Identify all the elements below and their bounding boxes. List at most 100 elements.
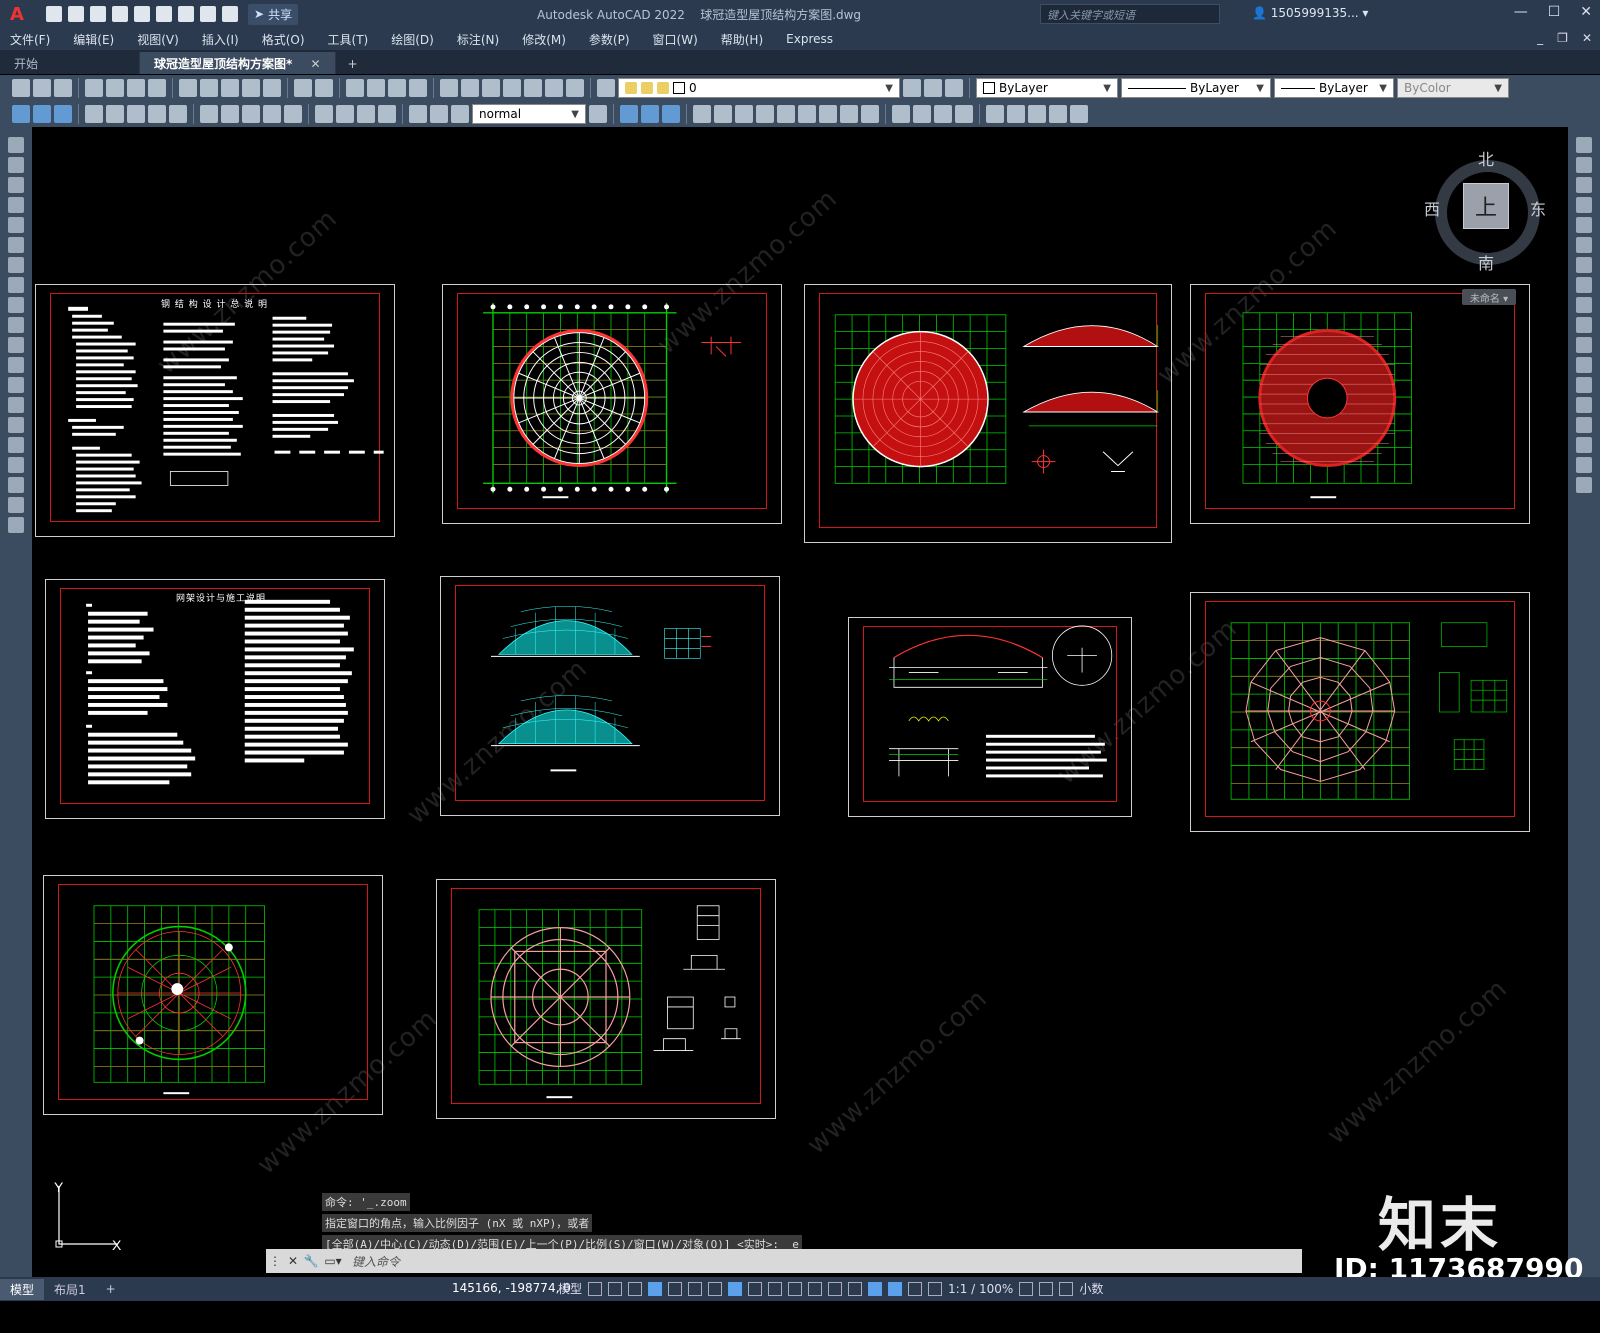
model-space-label[interactable]: 模型 <box>558 1280 582 1297</box>
stretch-icon[interactable] <box>1576 297 1592 313</box>
separate-icon[interactable] <box>1070 105 1088 123</box>
minimize-icon[interactable]: — <box>1514 4 1528 20</box>
dim-angular-icon[interactable] <box>169 105 187 123</box>
slice-icon[interactable] <box>735 105 753 123</box>
make-block-icon[interactable] <box>8 377 24 393</box>
dim-edit-icon[interactable] <box>409 105 427 123</box>
ortho-icon[interactable] <box>648 1281 663 1296</box>
menu-dimension[interactable]: 标注(N) <box>457 31 499 48</box>
plot-icon[interactable] <box>85 79 103 97</box>
dynamic-ucs-icon[interactable] <box>828 1281 843 1296</box>
doc-close-icon[interactable]: ✕ <box>1582 31 1592 45</box>
new-tab-button[interactable]: + <box>336 54 370 74</box>
layer-properties-icon[interactable] <box>597 79 615 97</box>
revision-cloud-icon[interactable] <box>8 277 24 293</box>
sheet-set-icon[interactable] <box>503 79 521 97</box>
drawing-sheet-dome-elevation[interactable] <box>804 284 1172 543</box>
drawing-sheet-elevations[interactable] <box>440 576 780 816</box>
doc-minimize-icon[interactable]: _ <box>1537 31 1543 45</box>
drawing-sheet-details[interactable] <box>848 617 1132 817</box>
menu-format[interactable]: 格式(O) <box>262 31 305 48</box>
polygon-icon[interactable] <box>8 197 24 213</box>
layer-states-icon[interactable] <box>945 79 963 97</box>
annotation-scale-icon[interactable] <box>928 1281 943 1296</box>
chamfer-icon[interactable] <box>1576 417 1592 433</box>
isodraft-icon[interactable] <box>688 1281 703 1296</box>
paste-icon[interactable] <box>221 79 239 97</box>
polar-icon[interactable] <box>668 1281 683 1296</box>
copy-icon[interactable] <box>200 79 218 97</box>
array-icon[interactable] <box>1576 217 1592 233</box>
lineweight-dropdown[interactable]: ByLayer ▼ <box>1274 78 1394 98</box>
drawing-sheet-notes[interactable]: 钢 结 构 设 计 总 说 明 <box>35 284 395 537</box>
transparency-icon[interactable] <box>768 1281 783 1296</box>
union-icon[interactable] <box>620 105 638 123</box>
dim-radius-icon[interactable] <box>106 105 124 123</box>
open-web-icon[interactable] <box>134 6 150 22</box>
move-icon[interactable] <box>1576 237 1592 253</box>
command-input[interactable]: 键入命令 <box>352 1253 400 1270</box>
snap-icon[interactable] <box>608 1281 623 1296</box>
tab-close-icon[interactable]: ✕ <box>310 57 320 71</box>
linetype-dropdown[interactable]: ByLayer ▼ <box>1121 78 1271 98</box>
pan-icon[interactable] <box>346 79 364 97</box>
object-snap-icon[interactable] <box>728 1281 743 1296</box>
shell-icon[interactable] <box>1049 105 1067 123</box>
fillet-icon[interactable] <box>1576 437 1592 453</box>
gradient-icon[interactable] <box>8 437 24 453</box>
menu-edit[interactable]: 编辑(E) <box>73 31 114 48</box>
undo-icon[interactable] <box>200 6 216 22</box>
copy-object-icon[interactable] <box>1576 157 1592 173</box>
make-current-layer-icon[interactable] <box>903 79 921 97</box>
subtract-icon[interactable] <box>641 105 659 123</box>
ellipse-icon[interactable] <box>8 317 24 333</box>
extrude-icon[interactable] <box>693 105 711 123</box>
close-command-icon[interactable]: ✕ <box>284 1254 302 1268</box>
selection-cycling-icon[interactable] <box>788 1281 803 1296</box>
ucs-menu-button[interactable]: 未命名 ▾ <box>1462 289 1516 305</box>
dim-diameter-icon[interactable] <box>148 105 166 123</box>
units-icon[interactable] <box>1059 1281 1074 1296</box>
tab-model[interactable]: 模型 <box>0 1278 45 1300</box>
save-icon[interactable] <box>54 79 72 97</box>
mtext-icon[interactable] <box>8 497 24 513</box>
lineweight-icon[interactable] <box>748 1281 763 1296</box>
menu-modify[interactable]: 修改(M) <box>522 31 566 48</box>
grip-icon[interactable]: ⋮ <box>266 1254 284 1268</box>
selection-filter-icon[interactable] <box>848 1281 863 1296</box>
erase-icon[interactable] <box>1576 137 1592 153</box>
customize-icon[interactable]: 🔧 <box>302 1254 320 1268</box>
print-icon[interactable] <box>178 6 194 22</box>
publish-icon[interactable] <box>127 79 145 97</box>
annotation-monitor-icon[interactable] <box>1039 1281 1054 1296</box>
render-icon[interactable] <box>913 105 931 123</box>
compass-east-label[interactable]: 东 <box>1530 196 1546 220</box>
3d-move-icon[interactable] <box>798 105 816 123</box>
visual-style-icon[interactable] <box>892 105 910 123</box>
dim-break-icon[interactable] <box>284 105 302 123</box>
drawing-sheet-ring-plan[interactable] <box>43 875 383 1115</box>
3d-align-icon[interactable] <box>840 105 858 123</box>
plot-preview-icon[interactable] <box>106 79 124 97</box>
tab-current-drawing[interactable]: 球冠造型屋顶结构方案图* ✕ <box>140 52 336 74</box>
interfere-icon[interactable] <box>777 105 795 123</box>
dim-baseline-icon[interactable] <box>221 105 239 123</box>
plotstyle-dropdown[interactable]: ByColor ▼ <box>1397 78 1509 98</box>
menu-help[interactable]: 帮助(H) <box>721 31 763 48</box>
drawing-sheet-dome-plan[interactable] <box>442 284 782 524</box>
dim-continue-icon[interactable] <box>242 105 260 123</box>
dim-jogged-icon[interactable] <box>127 105 145 123</box>
design-center-icon[interactable] <box>461 79 479 97</box>
dim-aligned-icon[interactable] <box>33 105 51 123</box>
menu-insert[interactable]: 插入(I) <box>202 31 239 48</box>
text-style-dropdown[interactable]: normal ▼ <box>472 104 586 124</box>
mirror-icon[interactable] <box>1576 177 1592 193</box>
infer-constraints-icon[interactable] <box>628 1281 643 1296</box>
close-icon[interactable]: ✕ <box>1580 4 1592 20</box>
blend-curves-icon[interactable] <box>1576 457 1592 473</box>
quickcalc-icon[interactable] <box>545 79 563 97</box>
hatch-icon[interactable] <box>8 417 24 433</box>
zoom-realtime-icon[interactable] <box>367 79 385 97</box>
viewcube-top-face[interactable]: 上 <box>1463 183 1509 229</box>
menu-tools[interactable]: 工具(T) <box>328 31 369 48</box>
